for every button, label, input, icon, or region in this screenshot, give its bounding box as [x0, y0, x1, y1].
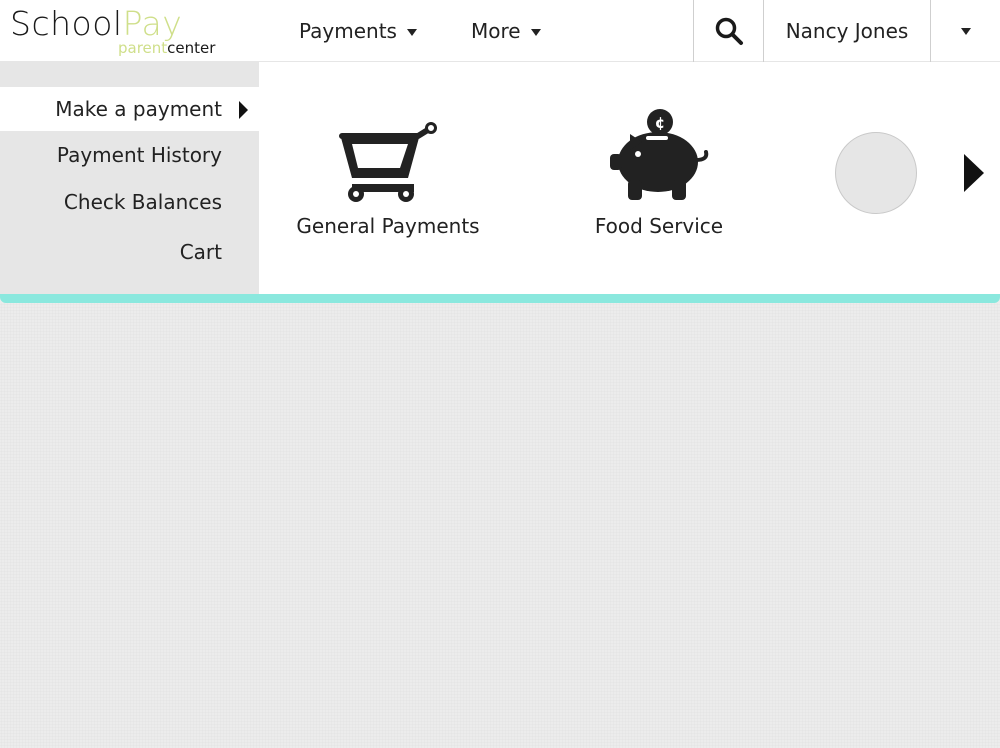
tile-placeholder-icon[interactable] [835, 132, 917, 214]
top-header: SchoolPay parentcenter Payments More Nan… [0, 0, 1000, 62]
menu-item-label: Cart [179, 240, 222, 264]
menu-item-label: Check Balances [63, 190, 222, 214]
nav-more[interactable]: More [471, 0, 541, 62]
menu-item-payment-history[interactable]: Payment History [0, 133, 259, 177]
chevron-down-icon [960, 27, 971, 35]
chevron-down-icon [406, 28, 417, 36]
shopping-cart-icon [339, 122, 437, 202]
logo-pay-text: Pay [122, 4, 183, 43]
user-name[interactable]: Nancy Jones [764, 0, 931, 62]
schoolpay-logo[interactable]: SchoolPay parentcenter [10, 4, 240, 60]
logo-subtitle: parentcenter [118, 39, 215, 57]
tile-label: Food Service [594, 214, 724, 238]
nav-payments[interactable]: Payments [299, 0, 417, 62]
chevron-down-icon [530, 28, 541, 36]
menu-item-cart[interactable]: Cart [0, 230, 259, 274]
menu-item-label: Payment History [56, 143, 222, 167]
logo-wordmark: SchoolPay [10, 4, 182, 44]
svg-text:¢: ¢ [655, 114, 665, 132]
tile-food-service[interactable]: ¢ Food Service [586, 108, 732, 238]
menu-item-check-balances[interactable]: Check Balances [0, 180, 259, 224]
logo-parent-text: parent [118, 39, 168, 57]
user-menu-toggle[interactable] [931, 0, 1000, 62]
menu-accent-bar [0, 294, 1000, 303]
piggy-bank-icon: ¢ [610, 109, 709, 200]
nav-payments-label: Payments [299, 19, 397, 43]
menu-item-make-a-payment[interactable]: Make a payment [0, 87, 259, 131]
payments-submenu: Make a payment Payment History Check Bal… [0, 62, 259, 294]
search-icon [715, 17, 743, 45]
tile-general-payments[interactable]: General Payments [290, 122, 486, 238]
tile-label: General Payments [296, 214, 480, 238]
logo-center-text: center [167, 39, 216, 57]
arrow-right-icon [239, 101, 248, 119]
page-background [0, 303, 1000, 748]
carousel-next-arrow-icon[interactable] [964, 154, 984, 192]
logo-school-text: School [10, 4, 123, 43]
menu-item-label: Make a payment [55, 97, 222, 121]
nav-more-label: More [471, 19, 521, 43]
search-button[interactable] [693, 0, 764, 62]
